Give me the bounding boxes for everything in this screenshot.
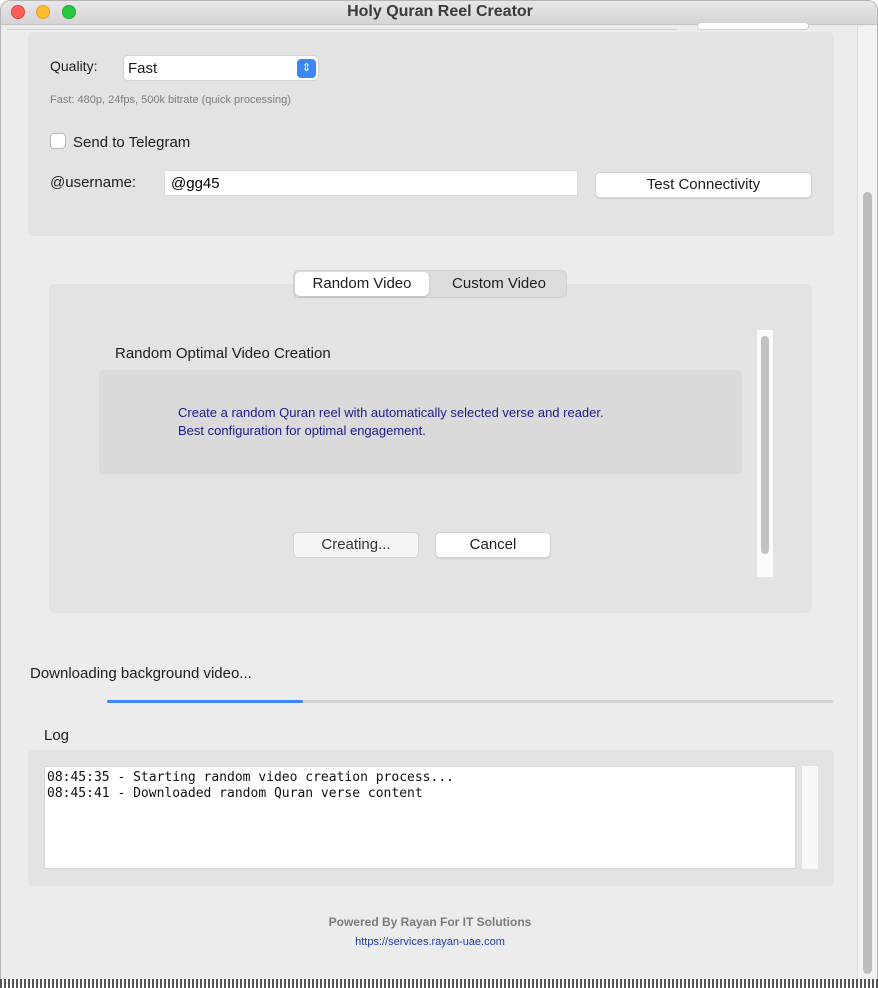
panel-scrollbar[interactable] xyxy=(757,330,773,577)
main-content: Quality: Fast ⇕ Fast: 480p, 24fps, 500k … xyxy=(7,22,857,981)
tab-bar: Random Video Custom Video xyxy=(293,270,567,298)
panel-scrollbar-thumb[interactable] xyxy=(761,336,769,554)
log-line: 08:45:35 - Starting random video creatio… xyxy=(47,770,454,785)
tab-random-video[interactable]: Random Video xyxy=(295,272,429,296)
description-line-2: Best configuration for optimal engagemen… xyxy=(178,423,426,438)
test-connectivity-button[interactable]: Test Connectivity xyxy=(595,172,812,198)
main-scrollbar[interactable] xyxy=(857,26,877,981)
quality-select[interactable]: Fast ⇕ xyxy=(123,55,319,81)
progress-bar-fill xyxy=(107,700,304,703)
chevron-updown-icon: ⇕ xyxy=(297,59,316,78)
log-label: Log xyxy=(44,727,70,744)
telegram-checkbox[interactable] xyxy=(50,133,66,149)
create-video-button[interactable]: Creating... xyxy=(293,532,419,558)
description-box: Create a random Quran reel with automati… xyxy=(99,370,742,474)
log-line: 08:45:41 - Downloaded random Quran verse… xyxy=(47,786,423,801)
window-title: Holy Quran Reel Creator xyxy=(347,3,533,20)
description-line-1: Create a random Quran reel with automati… xyxy=(178,405,604,420)
cancel-button[interactable]: Cancel xyxy=(435,532,551,558)
window-bottom-edge xyxy=(0,979,878,988)
settings-group: Quality: Fast ⇕ Fast: 480p, 24fps, 500k … xyxy=(28,32,834,236)
clipped-button-edge[interactable] xyxy=(697,22,809,30)
footer-powered-by: Powered By Rayan For IT Solutions xyxy=(328,915,532,929)
status-text: Downloading background video... xyxy=(30,665,252,682)
random-video-panel: Random Optimal Video Creation Create a r… xyxy=(49,284,812,613)
telegram-checkbox-label[interactable]: Send to Telegram xyxy=(73,134,190,151)
quality-hint: Fast: 480p, 24fps, 500k bitrate (quick p… xyxy=(50,94,291,106)
main-scrollbar-thumb[interactable] xyxy=(863,192,872,974)
clipped-field-edge xyxy=(7,29,677,30)
quality-label: Quality: xyxy=(50,58,98,74)
progress-bar xyxy=(107,700,833,703)
username-input[interactable] xyxy=(164,170,578,196)
username-label: @username: xyxy=(50,174,137,191)
app-window: Holy Quran Reel Creator Quality: Fast ⇕ … xyxy=(0,0,878,988)
panel-title: Random Optimal Video Creation xyxy=(115,345,331,362)
log-frame: 08:45:35 - Starting random video creatio… xyxy=(28,750,834,886)
footer-link[interactable]: https://services.rayan-uae.com xyxy=(7,936,853,948)
tab-custom-video[interactable]: Custom Video xyxy=(432,272,566,296)
quality-select-value: Fast xyxy=(128,60,158,77)
log-text-area[interactable]: 08:45:35 - Starting random video creatio… xyxy=(44,766,796,869)
log-scrollbar[interactable] xyxy=(802,766,818,869)
